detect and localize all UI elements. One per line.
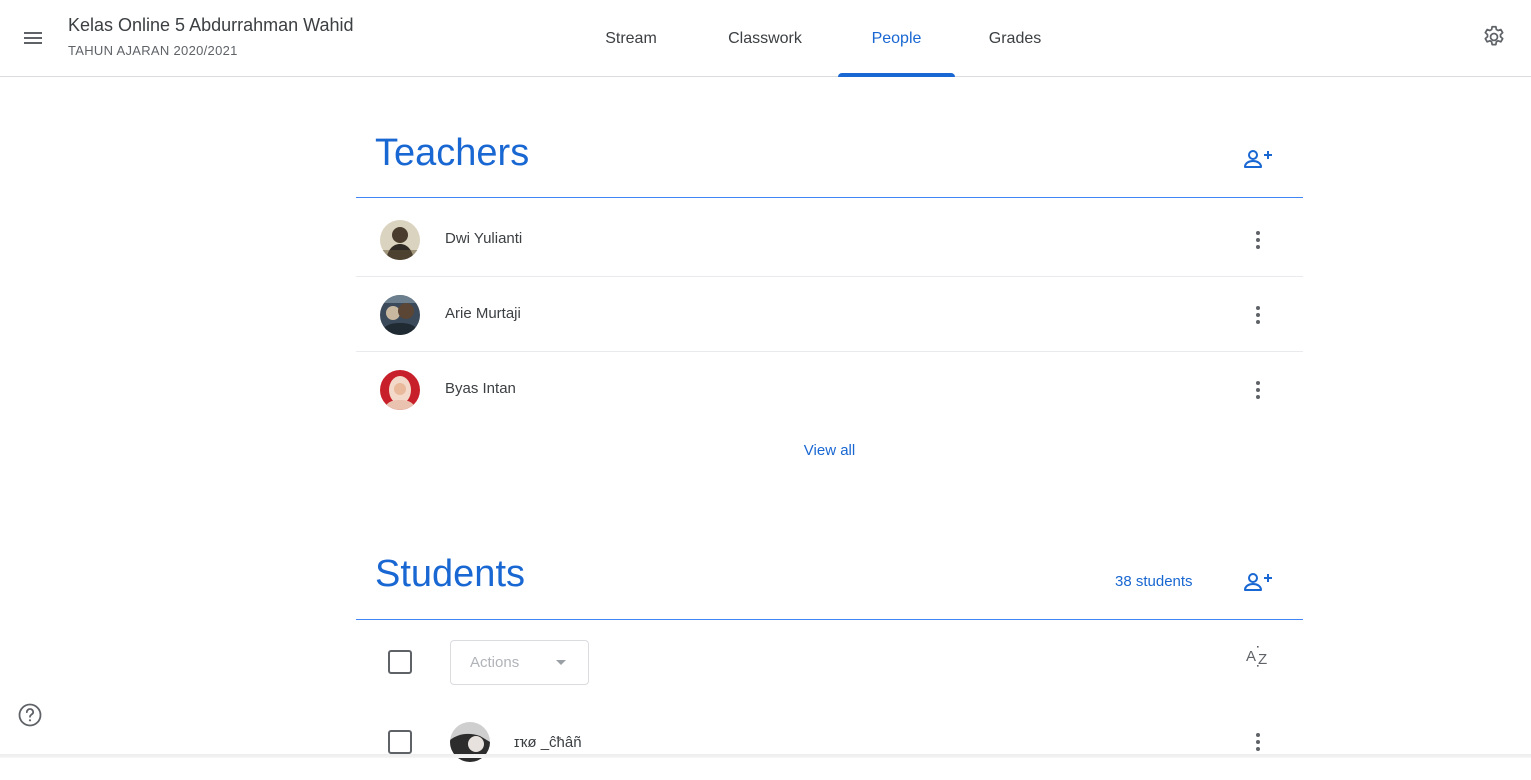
tab-stream[interactable]: Stream — [590, 0, 672, 77]
students-section-header: Students 38 students — [356, 540, 1303, 620]
bottom-edge — [0, 754, 1531, 758]
more-vert-icon — [1256, 306, 1260, 324]
avatar — [380, 220, 420, 260]
svg-text:A: A — [1246, 648, 1256, 665]
teacher-row: Dwi Yulianti — [356, 202, 1303, 277]
sort-button[interactable]: A Z — [1238, 636, 1278, 676]
more-vert-icon — [1256, 733, 1260, 751]
teacher-name: Arie Murtaji — [445, 305, 521, 322]
main-menu-button[interactable] — [14, 19, 52, 57]
avatar — [380, 295, 420, 335]
class-title[interactable]: Kelas Online 5 Abdurrahman Wahid — [68, 15, 354, 36]
top-app-bar: Kelas Online 5 Abdurrahman Wahid TAHUN A… — [0, 0, 1531, 77]
student-count: 38 students — [1115, 573, 1193, 590]
invite-teachers-button[interactable] — [1238, 139, 1278, 179]
avatar — [380, 370, 420, 410]
more-vert-icon — [1256, 231, 1260, 249]
student-name: ɪҡø _ĉħâñ — [514, 734, 582, 751]
teacher-row: Byas Intan — [356, 352, 1303, 427]
svg-text:Z: Z — [1258, 651, 1267, 668]
menu-icon — [24, 32, 42, 44]
teacher-more-options-button[interactable] — [1238, 295, 1278, 335]
caret-down-icon — [556, 660, 566, 665]
teachers-section-header: Teachers — [356, 120, 1303, 198]
person-add-icon — [1244, 150, 1272, 168]
help-icon — [18, 703, 42, 727]
sort-az-icon: A Z — [1246, 646, 1267, 668]
class-subtitle: TAHUN AJARAN 2020/2021 — [68, 43, 238, 58]
person-add-icon — [1244, 573, 1272, 591]
class-settings-button[interactable] — [1474, 17, 1514, 57]
help-button[interactable] — [12, 697, 48, 733]
invite-students-button[interactable] — [1238, 562, 1278, 602]
teachers-heading: Teachers — [375, 132, 530, 174]
student-checkbox[interactable] — [388, 730, 412, 754]
more-vert-icon — [1256, 381, 1260, 399]
select-all-checkbox[interactable] — [388, 650, 412, 674]
gear-icon — [1484, 25, 1504, 46]
tab-people[interactable]: People — [838, 0, 955, 77]
teacher-more-options-button[interactable] — [1238, 370, 1278, 410]
actions-dropdown-label: Actions — [470, 654, 520, 671]
tab-classwork[interactable]: Classwork — [710, 0, 820, 77]
teacher-name: Dwi Yulianti — [445, 230, 523, 247]
actions-dropdown[interactable]: Actions — [450, 640, 589, 685]
view-all-teachers-link[interactable]: View all — [356, 442, 1303, 459]
students-heading: Students — [375, 553, 525, 595]
teacher-row: Arie Murtaji — [356, 277, 1303, 352]
tab-grades[interactable]: Grades — [975, 0, 1055, 77]
students-toolbar: Actions A Z — [356, 620, 1303, 704]
teacher-name: Byas Intan — [445, 380, 516, 397]
student-row: ɪҡø _ĉħâñ — [356, 704, 1303, 780]
teacher-more-options-button[interactable] — [1238, 220, 1278, 260]
